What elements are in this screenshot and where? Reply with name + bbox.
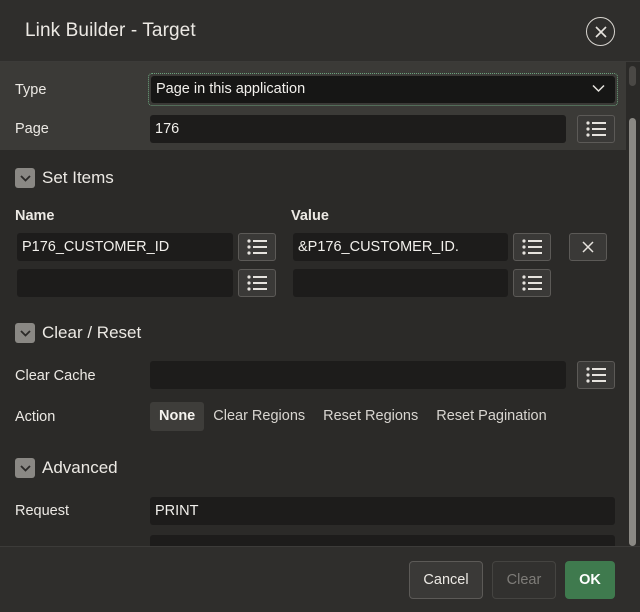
close-button[interactable] [586, 17, 615, 46]
clear-cache-lov-button[interactable] [577, 361, 615, 389]
item-name-lov-button[interactable] [238, 233, 276, 261]
item-value-input[interactable]: &P176_CUSTOMER_ID. [293, 233, 508, 261]
name-column-header: Name [15, 208, 55, 224]
next-field-input[interactable] [150, 535, 615, 546]
list-icon [522, 275, 542, 291]
item-name-input[interactable]: P176_CUSTOMER_ID [17, 233, 233, 261]
set-items-section-header: Set Items [15, 168, 114, 188]
chevron-down-icon [592, 84, 605, 93]
item-value-input[interactable] [293, 269, 508, 297]
item-value-lov-button[interactable] [513, 233, 551, 261]
list-icon [247, 239, 267, 255]
list-icon [586, 367, 606, 383]
ok-button[interactable]: OK [565, 561, 615, 599]
type-select[interactable]: Page in this application [148, 73, 618, 106]
dialog-scrollbar[interactable] [626, 62, 640, 546]
list-icon [247, 275, 267, 291]
advanced-toggle[interactable] [15, 458, 35, 478]
advanced-section-header: Advanced [15, 458, 118, 478]
action-option-reset-pagination[interactable]: Reset Pagination [427, 402, 555, 431]
dialog-header: Link Builder - Target [0, 0, 640, 62]
page-input[interactable]: 176 [150, 115, 566, 143]
close-icon [582, 241, 594, 253]
list-icon [522, 239, 542, 255]
link-builder-dialog: Link Builder - Target Type Page in this … [0, 0, 640, 612]
scrollbar-thumb[interactable] [629, 118, 636, 546]
list-icon [586, 121, 606, 137]
set-items-toggle[interactable] [15, 168, 35, 188]
clear-button[interactable]: Clear [492, 561, 556, 599]
action-option-reset-regions[interactable]: Reset Regions [314, 402, 427, 431]
item-value-lov-button[interactable] [513, 269, 551, 297]
request-input[interactable]: PRINT [150, 497, 615, 525]
action-label: Action [15, 409, 56, 425]
clear-reset-title: Clear / Reset [42, 323, 142, 342]
chevron-down-icon [19, 174, 31, 182]
chevron-down-icon [19, 329, 31, 337]
clear-reset-toggle[interactable] [15, 323, 35, 343]
clear-reset-section-header: Clear / Reset [15, 323, 141, 343]
scrollbar-track [629, 66, 636, 86]
action-radio-group: None Clear Regions Reset Regions Reset P… [150, 402, 556, 431]
action-option-none[interactable]: None [150, 402, 205, 431]
value-column-header: Value [291, 208, 329, 224]
page-lov-button[interactable] [577, 115, 615, 143]
set-items-title: Set Items [42, 168, 114, 187]
request-label: Request [15, 503, 70, 519]
clear-cache-label: Clear Cache [15, 368, 96, 384]
cancel-button[interactable]: Cancel [409, 561, 483, 599]
type-select-value: Page in this application [156, 81, 306, 97]
advanced-title: Advanced [42, 458, 118, 477]
type-label: Type [15, 82, 47, 98]
dialog-title: Link Builder - Target [25, 20, 196, 41]
close-icon [594, 25, 607, 38]
dialog-footer: Cancel Clear OK [0, 546, 640, 612]
clear-cache-input[interactable] [150, 361, 566, 389]
chevron-down-icon [19, 464, 31, 472]
item-name-input[interactable] [17, 269, 233, 297]
item-name-lov-button[interactable] [238, 269, 276, 297]
action-option-clear-regions[interactable]: Clear Regions [204, 402, 314, 431]
page-label: Page [15, 121, 49, 137]
dialog-body: Type Page in this application Page 176 S… [0, 62, 626, 546]
remove-item-button[interactable] [569, 233, 607, 261]
